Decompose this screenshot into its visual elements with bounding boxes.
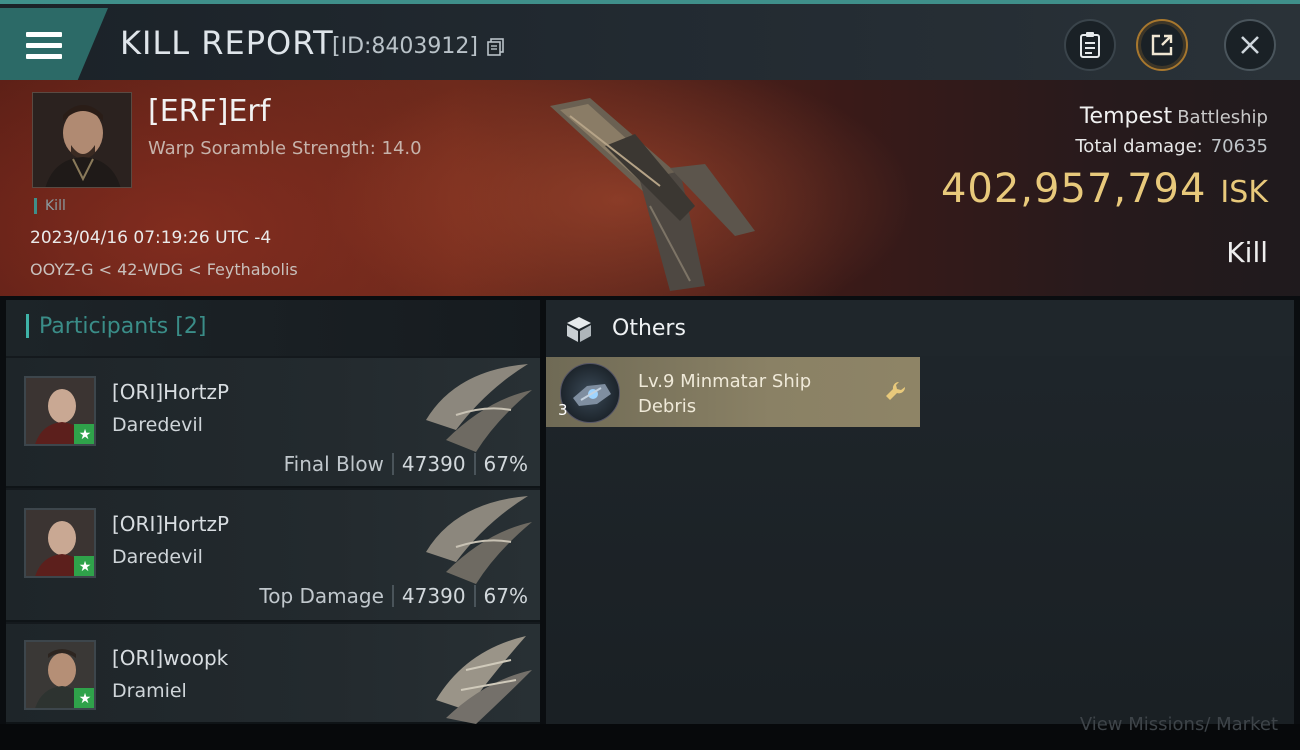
- participant-ship-image[interactable]: [416, 630, 536, 726]
- others-title: Others: [612, 316, 686, 341]
- item-quantity: 3: [558, 401, 568, 419]
- share-icon: [1151, 34, 1173, 56]
- box-icon: [567, 317, 591, 342]
- total-damage: Total damage: 70635: [1075, 136, 1268, 157]
- avatar[interactable]: ★: [24, 640, 96, 710]
- close-button[interactable]: [1224, 19, 1276, 71]
- participants-label: Participants: [39, 314, 169, 339]
- participant-role: Top Damage: [259, 584, 384, 608]
- victim-portrait[interactable]: [32, 92, 132, 188]
- others-panel: Others 3 Lv.9 Minmatar Ship Debris: [546, 300, 1294, 724]
- victim-name[interactable]: [ERF]Erf: [148, 94, 270, 129]
- kill-timestamp: 2023/04/16 07:19:26 UTC -4: [30, 228, 272, 248]
- star-icon: ★: [74, 424, 94, 444]
- page-title: KILL REPORT: [120, 24, 334, 62]
- footer-link[interactable]: View Missions/ Market: [1080, 714, 1278, 735]
- total-damage-label: Total damage:: [1075, 136, 1203, 157]
- close-icon: [1241, 36, 1259, 54]
- participant-ship-image[interactable]: [416, 492, 536, 588]
- participant-damage: 47390: [401, 584, 466, 608]
- participant-ship-image[interactable]: [416, 360, 536, 456]
- others-header: Others: [546, 300, 1294, 356]
- kill-location[interactable]: OOYZ-G < 42-WDG < Feythabolis: [30, 260, 298, 279]
- participant-ship: Daredevil: [112, 414, 203, 436]
- participants-count: [2]: [175, 314, 207, 339]
- participant-ship: Daredevil: [112, 546, 203, 568]
- participant-row[interactable]: ★ [ORI]HortzP Daredevil Final Blow 47390 6…: [6, 358, 540, 488]
- participant-row[interactable]: ★ [ORI]woopk Dramiel: [6, 624, 540, 724]
- victim-ship-image[interactable]: [530, 86, 770, 291]
- star-icon: ★: [74, 556, 94, 576]
- participant-role: Final Blow: [283, 452, 384, 476]
- participants-panel[interactable]: Participants [2] ★ [ORI]HortzP Daredevil…: [6, 300, 540, 724]
- participant-damage: 47390: [401, 452, 466, 476]
- ship-name[interactable]: Tempest: [1080, 104, 1172, 129]
- report-id: [ID:8403912]: [332, 34, 478, 59]
- clipboard-icon: [1080, 32, 1100, 58]
- loot-item[interactable]: 3 Lv.9 Minmatar Ship Debris: [546, 357, 920, 427]
- menu-button[interactable]: [0, 8, 108, 80]
- item-name: Lv.9 Minmatar Ship Debris: [638, 371, 812, 417]
- star-icon: ★: [74, 688, 94, 708]
- isk-amount: 402,957,794: [940, 166, 1207, 212]
- avatar[interactable]: ★: [24, 376, 96, 446]
- participant-stats: Top Damage 47390 67%: [259, 584, 528, 608]
- participant-percent: 67%: [483, 584, 528, 608]
- copy-icon[interactable]: [487, 38, 505, 56]
- participants-header: Participants [2]: [6, 300, 540, 356]
- participant-ship: Dramiel: [112, 680, 187, 702]
- item-thumbnail: [560, 363, 620, 423]
- share-button[interactable]: [1136, 19, 1188, 71]
- participant-name[interactable]: [ORI]HortzP: [112, 380, 229, 404]
- top-bar: KILL REPORT [ID:8403912]: [0, 0, 1300, 80]
- avatar[interactable]: ★: [24, 508, 96, 578]
- isk-value: 402,957,794 ISK: [941, 166, 1268, 212]
- ship-class: Battleship: [1177, 107, 1268, 128]
- participant-name[interactable]: [ORI]woopk: [112, 646, 228, 670]
- clipboard-button[interactable]: [1064, 19, 1116, 71]
- total-damage-value: 70635: [1210, 136, 1268, 157]
- wrench-icon[interactable]: [884, 379, 908, 403]
- victim-banner: [ERF]Erf Warp Soramble Strength: 14.0 Ki…: [0, 80, 1300, 296]
- participant-name[interactable]: [ORI]HortzP: [112, 512, 229, 536]
- ship-type: Tempest Battleship: [1080, 104, 1268, 129]
- kill-tag: Kill: [34, 198, 66, 214]
- participant-row[interactable]: ★ [ORI]HortzP Daredevil Top Damage 47390 6…: [6, 490, 540, 622]
- warp-scramble-strength: Warp Soramble Strength: 14.0: [148, 138, 422, 159]
- participant-percent: 67%: [483, 452, 528, 476]
- result-label: Kill: [1226, 236, 1268, 269]
- isk-unit: ISK: [1220, 175, 1268, 210]
- participant-stats: Final Blow 47390 67%: [284, 452, 528, 476]
